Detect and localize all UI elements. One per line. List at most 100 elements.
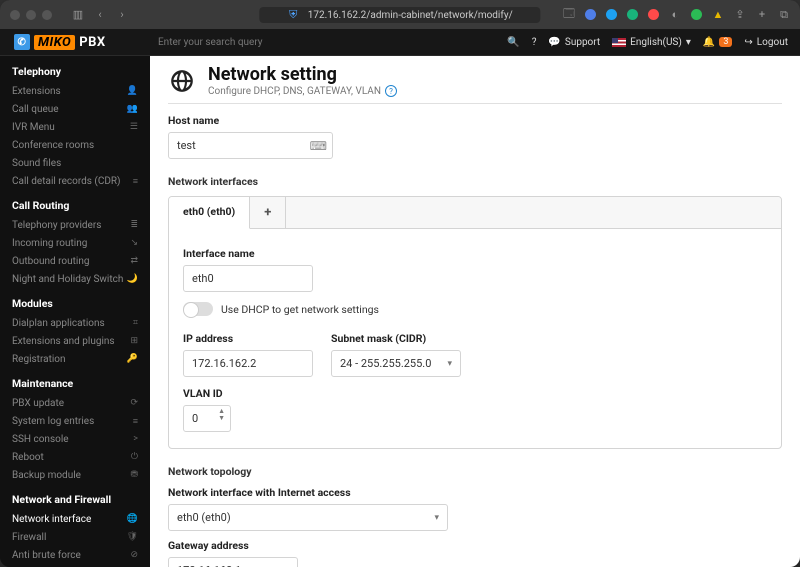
dhcp-row: Use DHCP to get network settings: [183, 302, 767, 316]
subnet-label: Subnet mask (CIDR): [331, 332, 461, 345]
hostname-input[interactable]: [168, 132, 333, 159]
sidebar-item[interactable]: Call detail records (CDR) ≡: [0, 172, 150, 190]
sidebar-item[interactable]: Sound files: [0, 154, 150, 172]
window-controls[interactable]: [0, 10, 52, 20]
sidebar-item[interactable]: Extensions and plugins⊞: [0, 332, 150, 350]
sidebar-item-label: Night and Holiday Switch: [12, 274, 123, 285]
vlan-label: VLAN ID: [183, 387, 767, 400]
hostname-label: Host name: [168, 114, 782, 127]
notifications[interactable]: 🔔 3: [703, 37, 733, 48]
tabs-icon[interactable]: ⧉: [778, 9, 790, 21]
ip-input[interactable]: [183, 350, 313, 377]
close-dot[interactable]: [10, 10, 20, 20]
sidebar-item-icon: ⛃: [130, 470, 138, 480]
sidebar-item[interactable]: Backup module ⛃: [0, 466, 150, 484]
interface-tabs: eth0 (eth0) +: [169, 197, 781, 229]
sidebar-item-icon: 🛡: [127, 532, 138, 542]
topology-title: Network topology: [168, 465, 782, 478]
help-icon[interactable]: ?: [385, 85, 397, 97]
sidebar-item[interactable]: SSH console>: [0, 430, 150, 448]
sidebar-item-label: Firewall: [12, 532, 46, 543]
nav-fwd-icon[interactable]: ›: [116, 9, 128, 21]
sidebar-item-icon: ≡: [133, 176, 138, 187]
ext-icon-1[interactable]: 🗔: [563, 9, 575, 21]
sidebar-item[interactable]: PBX update⟳: [0, 394, 150, 412]
help-icon[interactable]: ?: [532, 37, 537, 48]
sidebar-item-label: Call queue: [12, 104, 59, 115]
sidebar-item[interactable]: Anti brute force⊘: [0, 546, 150, 564]
vlan-stepper[interactable]: ▲▼: [183, 405, 231, 432]
sidebar-item[interactable]: Network interface🌐: [0, 510, 150, 528]
dhcp-toggle[interactable]: [183, 302, 213, 316]
ext-icon-3[interactable]: [606, 9, 617, 20]
ext-icon-7[interactable]: [691, 9, 702, 20]
sidebar-item-icon: ⊞: [130, 336, 138, 346]
sidebar-item-label: Backup module: [12, 470, 81, 481]
stepper-arrows[interactable]: ▲▼: [218, 408, 225, 422]
app-body: TelephonyExtensions👤Call queue👥IVR Menu☰…: [0, 56, 800, 567]
sidebar-item[interactable]: Telephony providers≣: [0, 216, 150, 234]
sidebar-item[interactable]: IVR Menu☰: [0, 118, 150, 136]
interfaces-panel: eth0 (eth0) + Interface name Use DHCP to…: [168, 196, 782, 449]
new-tab-icon[interactable]: +: [756, 9, 768, 21]
sidebar-item[interactable]: System log entries≡: [0, 412, 150, 430]
nav-back-icon[interactable]: ‹: [94, 9, 106, 21]
sidebar-item-icon: ☰: [130, 122, 138, 132]
sidebar-group-title: Maintenance: [0, 368, 150, 394]
url-bar[interactable]: ⛨ 172.16.162.2/admin-cabinet/network/mod…: [259, 7, 540, 23]
iface-name-input[interactable]: [183, 265, 313, 292]
topology-iface-value: eth0 (eth0): [177, 511, 231, 524]
net-interfaces-title: Network interfaces: [168, 175, 782, 188]
header-right: 🔍 ? 💬 Support English(US) ▾ 🔔 3 ↪ Logout: [507, 37, 800, 48]
sidebar-item-icon: ⏻: [131, 452, 138, 462]
globe-icon: [168, 67, 196, 95]
sidebar-item-icon: ↘: [130, 238, 138, 248]
notif-badge: 3: [719, 37, 732, 47]
sidebar-item-label: Call detail records (CDR): [12, 176, 121, 187]
sidebar-item[interactable]: Reboot⏻: [0, 448, 150, 466]
sidebar-item-icon: 🌐: [127, 514, 138, 524]
ext-icon-5[interactable]: [648, 9, 659, 20]
titlebar-right-icons: 🗔 ◐ ▲ ⇪ + ⧉: [563, 9, 790, 21]
sidebar-item[interactable]: Registration🔑: [0, 350, 150, 368]
sidebar-item[interactable]: Night and Holiday Switch🌙: [0, 270, 150, 288]
ext-icon-2[interactable]: [585, 9, 596, 20]
logo-miko: MIKO: [34, 35, 75, 50]
support-link[interactable]: 💬 Support: [548, 37, 600, 48]
sidebar-item[interactable]: Firewall 🛡: [0, 528, 150, 546]
sidebar-item[interactable]: Extensions👤: [0, 82, 150, 100]
search-input[interactable]: Enter your search query: [150, 37, 507, 48]
search-icon[interactable]: 🔍: [507, 37, 519, 48]
tab-add[interactable]: +: [250, 197, 286, 228]
sidebar-group-title: Telephony: [0, 56, 150, 82]
min-dot[interactable]: [26, 10, 36, 20]
sidebar-item-icon: ≣: [130, 220, 138, 230]
lang-switch[interactable]: English(US) ▾: [612, 37, 691, 48]
ext-icon-8[interactable]: ▲: [712, 9, 724, 21]
sidebar-item[interactable]: Dialplan applications⌗: [0, 314, 150, 332]
topology-iface-label: Network interface with Internet access: [168, 486, 782, 499]
share-icon[interactable]: ⇪: [734, 9, 746, 21]
logout-link[interactable]: ↪ Logout: [744, 37, 788, 48]
keyboard-icon[interactable]: ⌨: [310, 139, 327, 153]
sidebar-item-label: SSH console: [12, 434, 69, 445]
sidebar-item[interactable]: Outbound routing⇄: [0, 252, 150, 270]
sidebar-item-label: Sound files: [12, 158, 61, 169]
sidebar-item[interactable]: Conference rooms: [0, 136, 150, 154]
topology-iface-dropdown[interactable]: eth0 (eth0)▾: [168, 504, 448, 531]
logo[interactable]: ✆ MIKOPBX: [0, 34, 150, 50]
max-dot[interactable]: [42, 10, 52, 20]
ext-icon-4[interactable]: [627, 9, 638, 20]
ext-icon-6[interactable]: ◐: [669, 9, 681, 21]
sidebar-item-label: Dialplan applications: [12, 318, 105, 329]
chevron-down-icon: ▾: [447, 359, 452, 369]
subnet-dropdown[interactable]: 24 - 255.255.255.0▾: [331, 350, 461, 377]
main-content: Network setting Configure DHCP, DNS, GAT…: [150, 56, 800, 567]
sidebar-item[interactable]: Incoming routing↘: [0, 234, 150, 252]
sidebar-item[interactable]: Call queue👥: [0, 100, 150, 118]
tab-eth0[interactable]: eth0 (eth0): [169, 197, 250, 229]
sidebar-toggle-icon[interactable]: ▥: [72, 9, 84, 21]
page-subtitle: Configure DHCP, DNS, GATEWAY, VLAN?: [208, 85, 397, 97]
gateway-input[interactable]: [168, 557, 298, 567]
sidebar-item-icon: ⇄: [130, 256, 138, 266]
